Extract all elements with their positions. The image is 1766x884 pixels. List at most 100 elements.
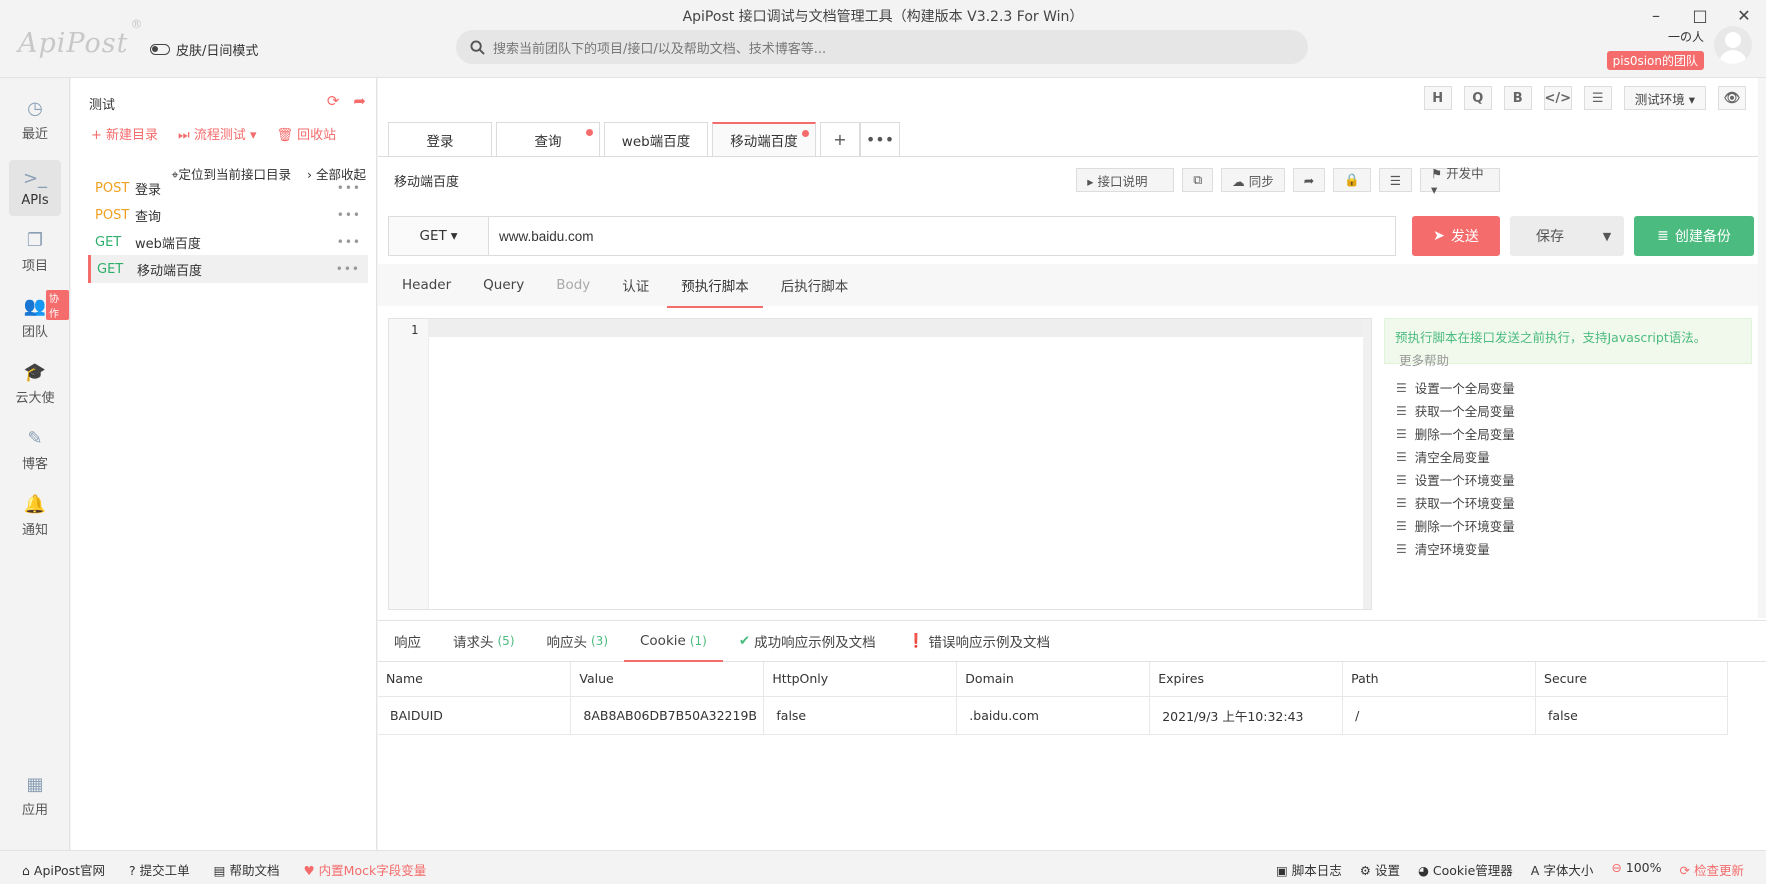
api-doc-button[interactable]: ▸ 接口说明 <box>1076 168 1175 192</box>
main-scrollbar[interactable] <box>1758 78 1766 618</box>
refresh-icon[interactable]: ⟳ <box>327 92 340 110</box>
column-header: Expires <box>1149 662 1344 697</box>
more-help-link[interactable]: 更多帮助 <box>1395 350 1741 369</box>
nav-apis[interactable]: >_ APIs <box>9 160 61 216</box>
api-item[interactable]: POST 查询 ••• <box>89 201 369 229</box>
tab-query[interactable]: 查询 <box>496 122 600 156</box>
snippet-item[interactable]: ☰ 删除一个环境变量 <box>1384 514 1752 537</box>
subtab-header[interactable]: Header <box>402 277 451 293</box>
add-tab-button[interactable]: + <box>820 122 860 156</box>
environment-select[interactable]: 测试环境 ▾ <box>1623 86 1706 110</box>
snippet-item[interactable]: ☰ 删除一个全局变量 <box>1384 422 1752 445</box>
new-folder-button[interactable]: + 新建目录 <box>91 124 158 143</box>
subtab-auth[interactable]: 认证 <box>622 275 649 295</box>
subtab-post-script[interactable]: 后执行脚本 <box>781 275 849 295</box>
more-icon[interactable]: ••• <box>336 262 360 276</box>
tab-request-headers[interactable]: 请求头 (5) <box>437 621 531 661</box>
nav-apps[interactable]: ▦ 应用 <box>9 768 61 824</box>
copy-icon[interactable]: ⧉ <box>1182 168 1214 192</box>
api-item[interactable]: GET web端百度 ••• <box>89 228 369 256</box>
nav-notify[interactable]: 🔔 通知 <box>9 488 61 544</box>
main-panel: H Q B </> ☰ 测试环境 ▾ 👁 登录 查询 web端百度 移动端百度 … <box>378 78 1766 850</box>
method-select[interactable]: GET ▾ <box>389 217 489 255</box>
create-backup-button[interactable]: ≣ 创建备份 <box>1634 216 1754 256</box>
snippet-item[interactable]: ☰ 清空全局变量 <box>1384 445 1752 468</box>
more-tabs-button[interactable]: ••• <box>860 122 900 156</box>
cell: / <box>1342 696 1537 735</box>
log-icon: ▣ <box>1275 863 1292 878</box>
help-docs-link[interactable]: ▤ 帮助文档 <box>214 860 280 879</box>
editor-scrollbar[interactable] <box>1363 319 1371 609</box>
check-update-button[interactable]: ⟳ 检查更新 <box>1680 860 1744 879</box>
caret-down-icon[interactable]: ▼ <box>1590 230 1624 243</box>
cookie-manager-button[interactable]: ◕ Cookie管理器 <box>1418 860 1513 879</box>
tab-login[interactable]: 登录 <box>388 122 492 156</box>
request-tabs: 登录 查询 web端百度 移动端百度 + ••• <box>388 122 900 156</box>
settings-button[interactable]: ⚙ 设置 <box>1360 860 1400 879</box>
snippet-item[interactable]: ☰ 清空环境变量 <box>1384 537 1752 560</box>
snippet-item[interactable]: ☰ 获取一个环境变量 <box>1384 491 1752 514</box>
script-log-button[interactable]: ▣ 脚本日志 <box>1276 860 1342 879</box>
zoom-level[interactable]: ⊖ 100% <box>1611 860 1661 879</box>
tab-cookie[interactable]: Cookie (1) <box>624 621 723 662</box>
sliders-icon[interactable]: ☰ <box>1583 86 1612 110</box>
top-icon-bar: H Q B </> ☰ 测试环境 ▾ 👁 <box>1423 86 1746 110</box>
global-search[interactable]: 搜索当前团队下的项目/接口/以及帮助文档、技术博客等... <box>456 30 1308 64</box>
ticket-link[interactable]: ? 提交工单 <box>129 860 190 879</box>
maximize-button[interactable]: □ <box>1678 4 1722 26</box>
snippet-item[interactable]: ☰ 设置一个全局变量 <box>1384 376 1752 399</box>
tab-success-example[interactable]: ✔ 成功响应示例及文档 <box>723 621 892 661</box>
script-editor[interactable]: 1 <box>388 318 1372 610</box>
share-icon[interactable]: ➦ <box>353 92 366 110</box>
more-icon[interactable]: ••• <box>337 181 361 195</box>
search-placeholder: 搜索当前团队下的项目/接口/以及帮助文档、技术博客等... <box>493 41 827 57</box>
minimize-button[interactable]: – <box>1634 4 1678 26</box>
tab-error-example[interactable]: ❗ 错误响应示例及文档 <box>892 621 1066 661</box>
method-label: GET <box>95 234 122 250</box>
subtab-query[interactable]: Query <box>483 277 524 293</box>
theme-toggle[interactable]: 皮肤/日间模式 <box>150 40 258 59</box>
team-badge[interactable]: pis0sion的团队 <box>1606 51 1704 70</box>
database-icon[interactable]: ☰ <box>1378 168 1412 192</box>
nav-label: 云大使 <box>15 390 55 406</box>
nav-blog[interactable]: ✎ 博客 <box>9 422 61 478</box>
api-item[interactable]: POST 登录 ••• <box>89 174 369 202</box>
nav-ambassador[interactable]: 🎓 云大使 <box>9 356 61 412</box>
website-link[interactable]: ⌂ ApiPost官网 <box>22 860 105 879</box>
code-icon[interactable]: </> <box>1543 86 1572 110</box>
nav-project[interactable]: ❐ 项目 <box>9 224 61 280</box>
snippet-item[interactable]: ☰ 设置一个环境变量 <box>1384 468 1752 491</box>
bold-icon[interactable]: B <box>1503 86 1532 110</box>
more-icon[interactable]: ••• <box>337 235 361 249</box>
sliders-icon: ☰ <box>1396 472 1407 487</box>
snippet-item[interactable]: ☰ 获取一个全局变量 <box>1384 399 1752 422</box>
quote-icon[interactable]: Q <box>1463 86 1492 110</box>
tab-mobile-baidu[interactable]: 移动端百度 <box>712 122 816 156</box>
flow-test-button[interactable]: ⏭ 流程测试 ▾ <box>178 124 257 143</box>
heading-icon[interactable]: H <box>1423 86 1452 110</box>
url-input[interactable] <box>489 217 1395 255</box>
eye-icon[interactable]: 👁 <box>1718 86 1746 110</box>
sync-button[interactable]: ☁ 同步 <box>1221 168 1285 192</box>
breadcrumb: 移动端百度 <box>394 175 460 190</box>
recycle-button[interactable]: 🗑 回收站 <box>277 124 337 143</box>
avatar[interactable] <box>1714 26 1752 64</box>
title-bar: ApiPost 接口调试与文档管理工具（构建版本 V3.2.3 For Win）… <box>0 0 1766 78</box>
tab-response-headers[interactable]: 响应头 (3) <box>531 621 625 661</box>
close-button[interactable]: ✕ <box>1722 4 1766 26</box>
send-button[interactable]: ➤ 发送 <box>1412 216 1500 256</box>
api-item-selected[interactable]: GET 移动端百度 ••• <box>88 255 368 283</box>
font-size-button[interactable]: A 字体大小 <box>1531 860 1594 879</box>
dev-status-select[interactable]: ⚑ 开发中 ▾ <box>1420 166 1500 197</box>
subtab-pre-script[interactable]: 预执行脚本 <box>667 275 763 308</box>
subtab-body[interactable]: Body <box>556 277 590 293</box>
save-button[interactable]: 保存 ▼ <box>1510 216 1624 256</box>
mock-vars-link[interactable]: ♥ 内置Mock字段变量 <box>303 860 426 879</box>
project-title: 测试 <box>89 98 116 113</box>
share-icon[interactable]: ➦ <box>1292 168 1326 192</box>
lock-icon[interactable]: 🔒 <box>1333 168 1371 192</box>
more-icon[interactable]: ••• <box>337 208 361 222</box>
nav-recent[interactable]: ◷ 最近 <box>9 92 61 148</box>
tab-web-baidu[interactable]: web端百度 <box>604 122 708 156</box>
tab-response[interactable]: 响应 <box>378 621 437 661</box>
